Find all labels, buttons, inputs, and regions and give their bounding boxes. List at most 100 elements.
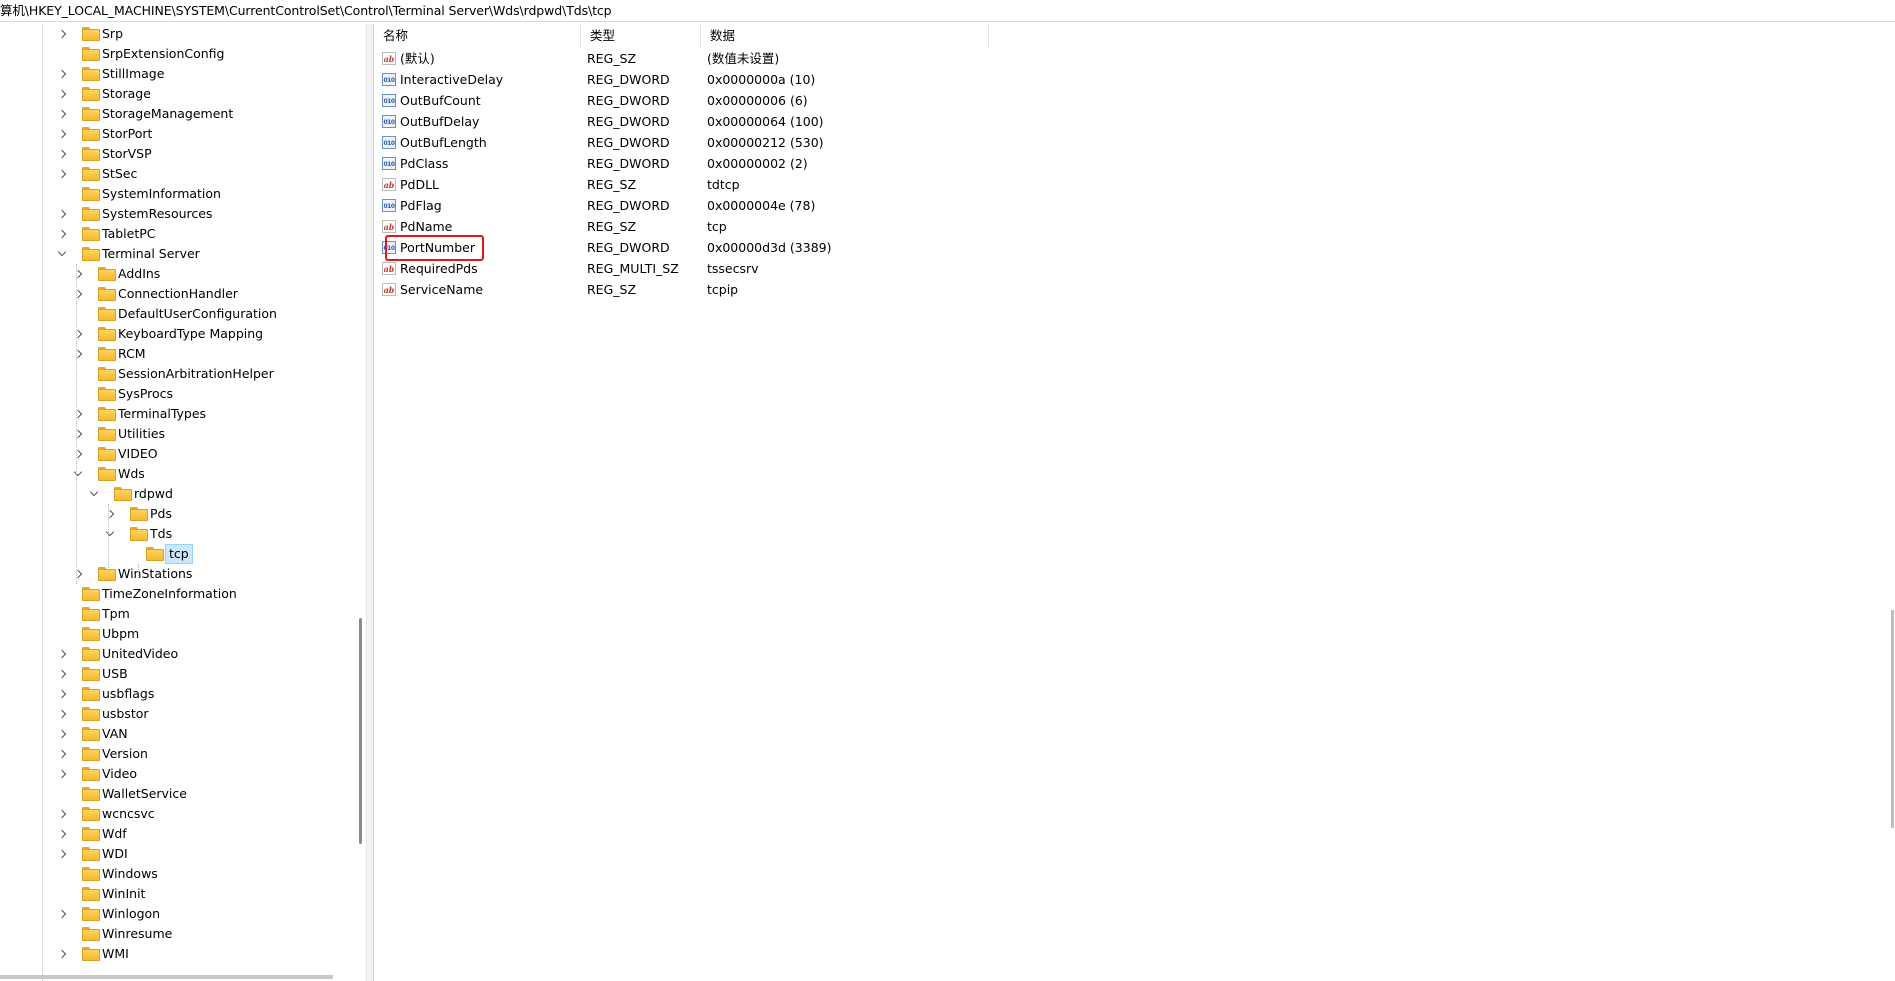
chevron-right-icon[interactable] bbox=[56, 664, 68, 684]
tree-node[interactable]: Utilities bbox=[0, 424, 366, 444]
tree-node[interactable]: AddIns bbox=[0, 264, 366, 284]
chevron-right-icon[interactable] bbox=[72, 564, 84, 584]
tree-node[interactable]: Pds bbox=[0, 504, 366, 524]
tree-vertical-scrollbar-thumb[interactable] bbox=[359, 618, 362, 844]
tree-node[interactable]: wcncsvc bbox=[0, 804, 366, 824]
chevron-down-icon[interactable] bbox=[104, 524, 116, 544]
tree-node[interactable]: WalletService bbox=[0, 784, 366, 804]
tree-node[interactable]: Storage bbox=[0, 84, 366, 104]
chevron-right-icon[interactable] bbox=[56, 84, 68, 104]
chevron-right-icon[interactable] bbox=[56, 204, 68, 224]
tree-node[interactable]: DefaultUserConfiguration bbox=[0, 304, 366, 324]
value-row[interactable]: 010 PdFlag REG_DWORD 0x0000004e (78) bbox=[374, 195, 1374, 216]
tree-node[interactable]: VIDEO bbox=[0, 444, 366, 464]
tree-node[interactable]: SessionArbitrationHelper bbox=[0, 364, 366, 384]
chevron-right-icon[interactable] bbox=[56, 684, 68, 704]
chevron-down-icon[interactable] bbox=[72, 464, 84, 484]
tree-node[interactable]: USB bbox=[0, 664, 366, 684]
chevron-right-icon[interactable] bbox=[56, 24, 68, 44]
tree-node[interactable]: RCM bbox=[0, 344, 366, 364]
value-row[interactable]: ab ServiceName REG_SZ tcpip bbox=[374, 279, 1374, 300]
chevron-right-icon[interactable] bbox=[56, 824, 68, 844]
tree-node[interactable]: StSec bbox=[0, 164, 366, 184]
chevron-down-icon[interactable] bbox=[56, 244, 68, 264]
tree-node[interactable]: Ubpm bbox=[0, 624, 366, 644]
tree-node[interactable]: StorageManagement bbox=[0, 104, 366, 124]
tree-node[interactable]: SysProcs bbox=[0, 384, 366, 404]
tree-node[interactable]: Video bbox=[0, 764, 366, 784]
chevron-right-icon[interactable] bbox=[56, 144, 68, 164]
tree-node[interactable]: KeyboardType Mapping bbox=[0, 324, 366, 344]
chevron-right-icon[interactable] bbox=[72, 424, 84, 444]
tree-node[interactable]: Srp bbox=[0, 24, 366, 44]
value-row[interactable]: ab PdName REG_SZ tcp bbox=[374, 216, 1374, 237]
value-row[interactable]: 010 InteractiveDelay REG_DWORD 0x0000000a (… bbox=[374, 69, 1374, 90]
registry-tree-pane[interactable]: Srp SrpExtensionConfig StillImage Storage St… bbox=[0, 24, 366, 981]
tree-node[interactable]: VAN bbox=[0, 724, 366, 744]
chevron-right-icon[interactable] bbox=[56, 744, 68, 764]
value-row[interactable]: 010 OutBufLength REG_DWORD 0x00000212 (530) bbox=[374, 132, 1374, 153]
chevron-right-icon[interactable] bbox=[72, 264, 84, 284]
tree-node[interactable]: UnitedVideo bbox=[0, 644, 366, 664]
chevron-right-icon[interactable] bbox=[56, 804, 68, 824]
chevron-right-icon[interactable] bbox=[56, 104, 68, 124]
chevron-right-icon[interactable] bbox=[56, 704, 68, 724]
value-row[interactable]: 010 OutBufDelay REG_DWORD 0x00000064 (100) bbox=[374, 111, 1374, 132]
value-row[interactable]: 010 PdClass REG_DWORD 0x00000002 (2) bbox=[374, 153, 1374, 174]
tree-node[interactable]: ConnectionHandler bbox=[0, 284, 366, 304]
chevron-right-icon[interactable] bbox=[56, 764, 68, 784]
tree-node[interactable]: SrpExtensionConfig bbox=[0, 44, 366, 64]
chevron-right-icon[interactable] bbox=[56, 164, 68, 184]
tree-node[interactable]: SystemResources bbox=[0, 204, 366, 224]
tree-node[interactable]: Winlogon bbox=[0, 904, 366, 924]
tree-node[interactable]: StillImage bbox=[0, 64, 366, 84]
chevron-right-icon[interactable] bbox=[56, 844, 68, 864]
tree-node[interactable]: TerminalTypes bbox=[0, 404, 366, 424]
tree-node[interactable]: TabletPC bbox=[0, 224, 366, 244]
chevron-right-icon[interactable] bbox=[56, 644, 68, 664]
tree-node[interactable]: Terminal Server bbox=[0, 244, 366, 264]
chevron-right-icon[interactable] bbox=[56, 124, 68, 144]
chevron-right-icon[interactable] bbox=[72, 404, 84, 424]
value-row[interactable]: ab (默认) REG_SZ (数值未设置) bbox=[374, 48, 1374, 69]
tree-node[interactable]: StorVSP bbox=[0, 144, 366, 164]
tree-node[interactable]: Wdf bbox=[0, 824, 366, 844]
values-scrollbar-thumb[interactable] bbox=[1891, 610, 1894, 828]
chevron-right-icon[interactable] bbox=[56, 724, 68, 744]
chevron-right-icon[interactable] bbox=[72, 324, 84, 344]
column-header-name[interactable]: 名称 bbox=[374, 24, 581, 48]
tree-node[interactable]: StorPort bbox=[0, 124, 366, 144]
column-header-data[interactable]: 数据 bbox=[701, 24, 989, 48]
values-pane[interactable]: 名称 类型 数据 ab (默认) REG_SZ (数值未设置) 010 Interacti… bbox=[374, 24, 1895, 981]
value-row[interactable]: 010 PortNumber REG_DWORD 0x00000d3d (3389) bbox=[374, 237, 1374, 258]
tree-node[interactable]: Winresume bbox=[0, 924, 366, 944]
tree-node[interactable]: Tpm bbox=[0, 604, 366, 624]
value-row[interactable]: ab RequiredPds REG_MULTI_SZ tssecsrv bbox=[374, 258, 1374, 279]
chevron-right-icon[interactable] bbox=[104, 504, 116, 524]
tree-node[interactable]: Tds bbox=[0, 524, 366, 544]
tree-node[interactable]: WinInit bbox=[0, 884, 366, 904]
chevron-right-icon[interactable] bbox=[56, 64, 68, 84]
tree-node[interactable]: usbstor bbox=[0, 704, 366, 724]
tree-node[interactable]: usbflags bbox=[0, 684, 366, 704]
chevron-right-icon[interactable] bbox=[56, 224, 68, 244]
tree-node[interactable]: Wds bbox=[0, 464, 366, 484]
tree-horizontal-scrollbar-thumb[interactable] bbox=[0, 975, 333, 979]
chevron-right-icon[interactable] bbox=[72, 444, 84, 464]
address-bar[interactable]: 算机\HKEY_LOCAL_MACHINE\SYSTEM\CurrentCont… bbox=[0, 0, 1895, 22]
tree-node[interactable]: SystemInformation bbox=[0, 184, 366, 204]
tree-node[interactable]: tcp bbox=[0, 544, 366, 564]
tree-node[interactable]: TimeZoneInformation bbox=[0, 584, 366, 604]
tree-node[interactable]: Windows bbox=[0, 864, 366, 884]
tree-node[interactable]: Version bbox=[0, 744, 366, 764]
value-row[interactable]: ab PdDLL REG_SZ tdtcp bbox=[374, 174, 1374, 195]
tree-node[interactable]: WinStations bbox=[0, 564, 366, 584]
pane-splitter[interactable] bbox=[366, 24, 374, 981]
value-row[interactable]: 010 OutBufCount REG_DWORD 0x00000006 (6) bbox=[374, 90, 1374, 111]
chevron-right-icon[interactable] bbox=[56, 944, 68, 964]
chevron-right-icon[interactable] bbox=[72, 284, 84, 304]
tree-node[interactable]: WDI bbox=[0, 844, 366, 864]
tree-node[interactable]: rdpwd bbox=[0, 484, 366, 504]
chevron-right-icon[interactable] bbox=[56, 904, 68, 924]
chevron-down-icon[interactable] bbox=[88, 484, 100, 504]
